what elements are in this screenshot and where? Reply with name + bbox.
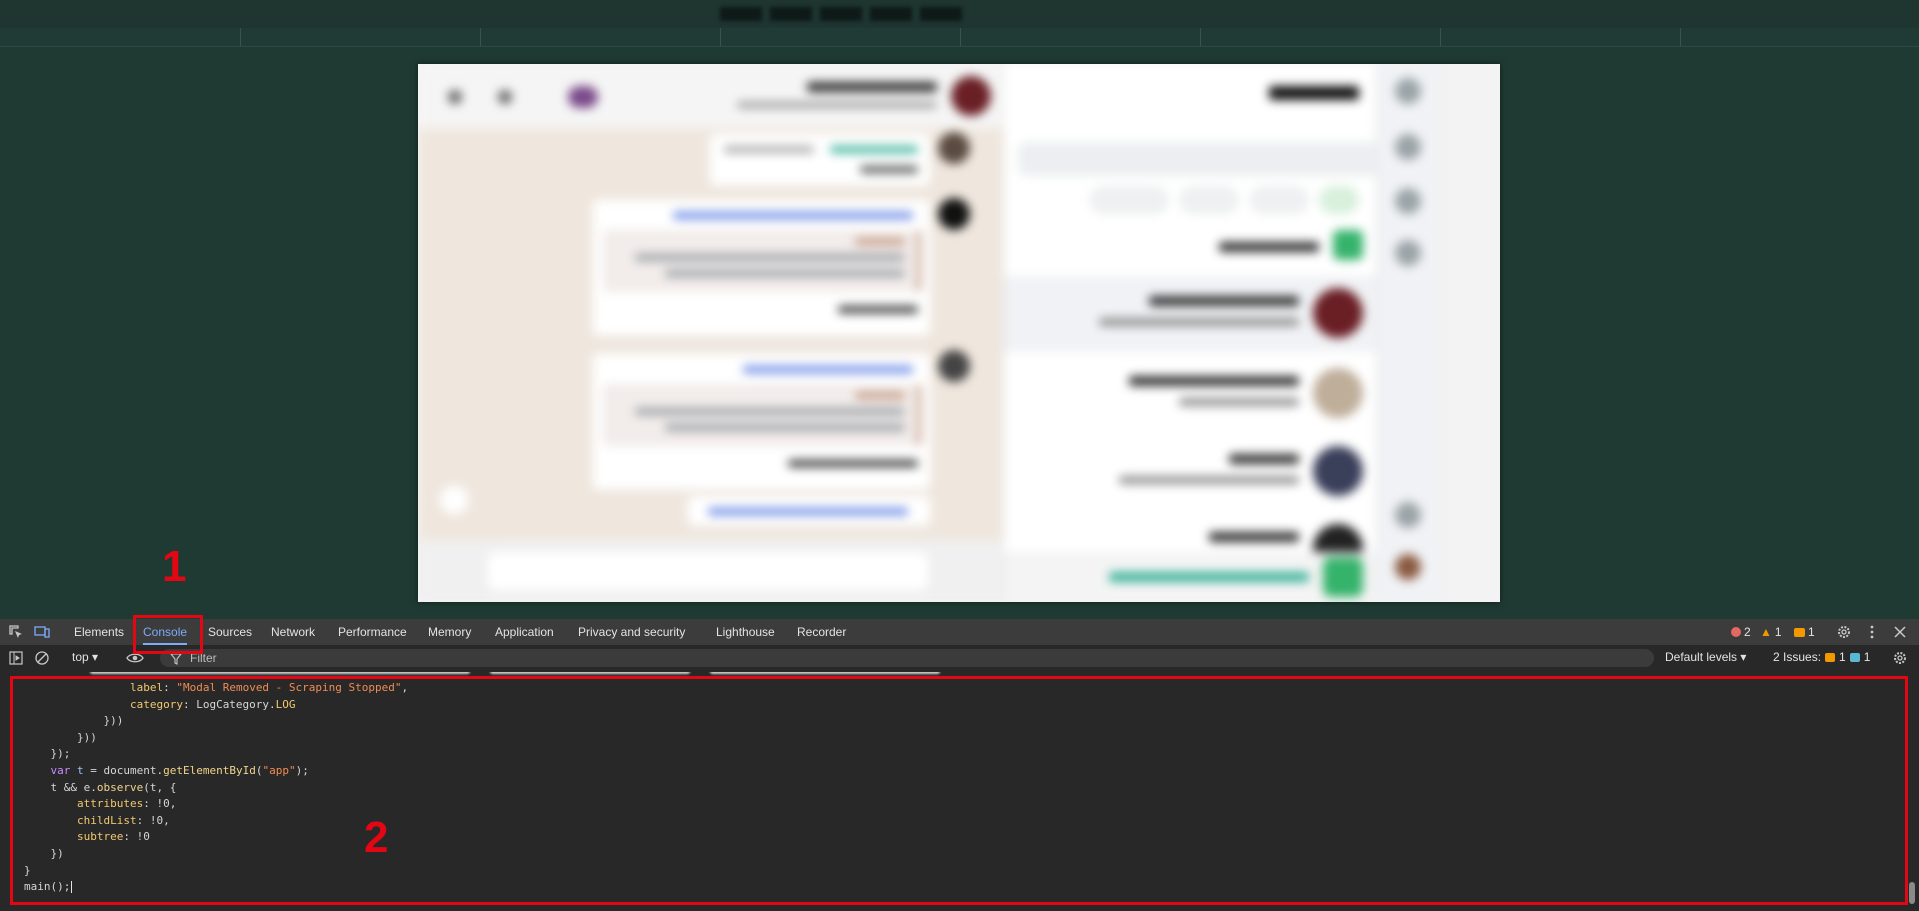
warning-count[interactable]: ▲ 1	[1760, 619, 1782, 645]
annotation-marker-1: 1	[162, 542, 187, 591]
tab-recorder[interactable]: Recorder	[797, 619, 846, 645]
issue-info-icon	[1849, 652, 1860, 662]
filter-icon	[169, 652, 183, 670]
console-output-highlight	[10, 676, 1908, 905]
error-count[interactable]: 2	[1731, 619, 1751, 645]
close-devtools-icon[interactable]	[1892, 624, 1908, 640]
settings-gear-icon[interactable]	[1836, 624, 1852, 640]
device-dimensions	[720, 6, 962, 22]
tab-performance[interactable]: Performance	[338, 619, 407, 645]
console-filter-input[interactable]: Filter	[160, 649, 1654, 667]
devtools-tab-bar: Elements Console Sources Network Perform…	[0, 619, 1919, 646]
console-toolbar: top ▾ Filter Default levels ▾ 2 Issues: …	[0, 645, 1919, 673]
console-tab-highlight	[133, 615, 203, 654]
log-levels-select[interactable]: Default levels ▾	[1665, 650, 1746, 664]
issues-counter[interactable]: 2 Issues: 1 1	[1773, 650, 1870, 664]
device-toolbar-icon[interactable]	[34, 624, 50, 640]
message-icon	[1794, 627, 1805, 637]
compose-bar	[418, 540, 1003, 602]
tab-sources[interactable]: Sources	[208, 619, 252, 645]
tab-elements[interactable]: Elements	[74, 619, 124, 645]
error-icon	[1731, 627, 1741, 637]
device-toolbar	[0, 0, 1919, 29]
info-count[interactable]: 1	[1794, 619, 1815, 645]
sidebar-toggle-icon[interactable]	[8, 650, 24, 666]
chat-pane	[418, 64, 1003, 602]
blurred-chat-app	[418, 64, 1500, 602]
tab-network[interactable]: Network	[271, 619, 315, 645]
tab-lighthouse[interactable]: Lighthouse	[716, 619, 775, 645]
warning-icon: ▲	[1760, 624, 1772, 639]
console-settings-icon[interactable]	[1892, 650, 1908, 666]
console-scrollbar[interactable]	[1909, 882, 1915, 904]
tab-memory[interactable]: Memory	[428, 619, 471, 645]
context-select[interactable]: top ▾	[72, 650, 98, 664]
annotation-marker-2: 2	[364, 813, 389, 862]
issue-warning-icon	[1825, 652, 1836, 662]
chat-list-pane	[1003, 64, 1439, 602]
tab-application[interactable]: Application	[495, 619, 554, 645]
clear-console-icon[interactable]	[34, 650, 50, 666]
emulated-page-viewport[interactable]	[418, 64, 1500, 602]
inspect-element-icon[interactable]	[8, 624, 24, 640]
tab-privacy-and-security[interactable]: Privacy and security	[578, 619, 685, 645]
more-options-icon[interactable]	[1864, 624, 1880, 640]
chat-header	[418, 64, 1003, 128]
device-ruler	[0, 28, 1919, 47]
